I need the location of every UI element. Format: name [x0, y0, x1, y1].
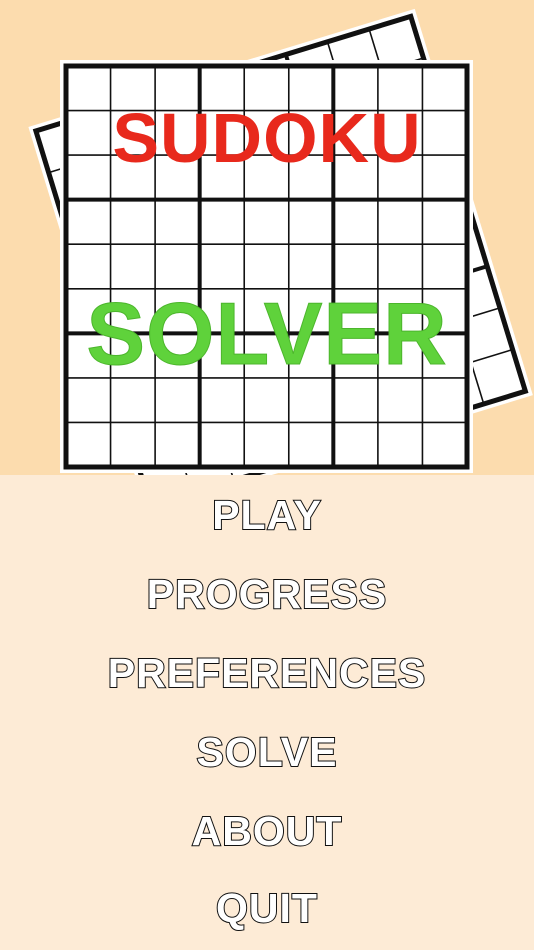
sudoku-grid-logo — [28, 8, 533, 475]
title-sudoku: SUDOKU — [112, 99, 422, 177]
menu-play-button[interactable]: PLAY — [0, 494, 534, 537]
menu-quit-button[interactable]: QUIT — [0, 887, 534, 930]
menu-about-button[interactable]: ABOUT — [0, 810, 534, 853]
title-solver: SOLVER — [86, 284, 448, 383]
title-banner: SUDOKU SOLVER — [0, 0, 534, 475]
main-menu: PLAY PROGRESS PREFERENCES SOLVE ABOUT QU… — [0, 475, 534, 950]
menu-progress-button[interactable]: PROGRESS — [0, 573, 534, 616]
menu-preferences-button[interactable]: PREFERENCES — [0, 652, 534, 695]
menu-solve-button[interactable]: SOLVE — [0, 731, 534, 774]
